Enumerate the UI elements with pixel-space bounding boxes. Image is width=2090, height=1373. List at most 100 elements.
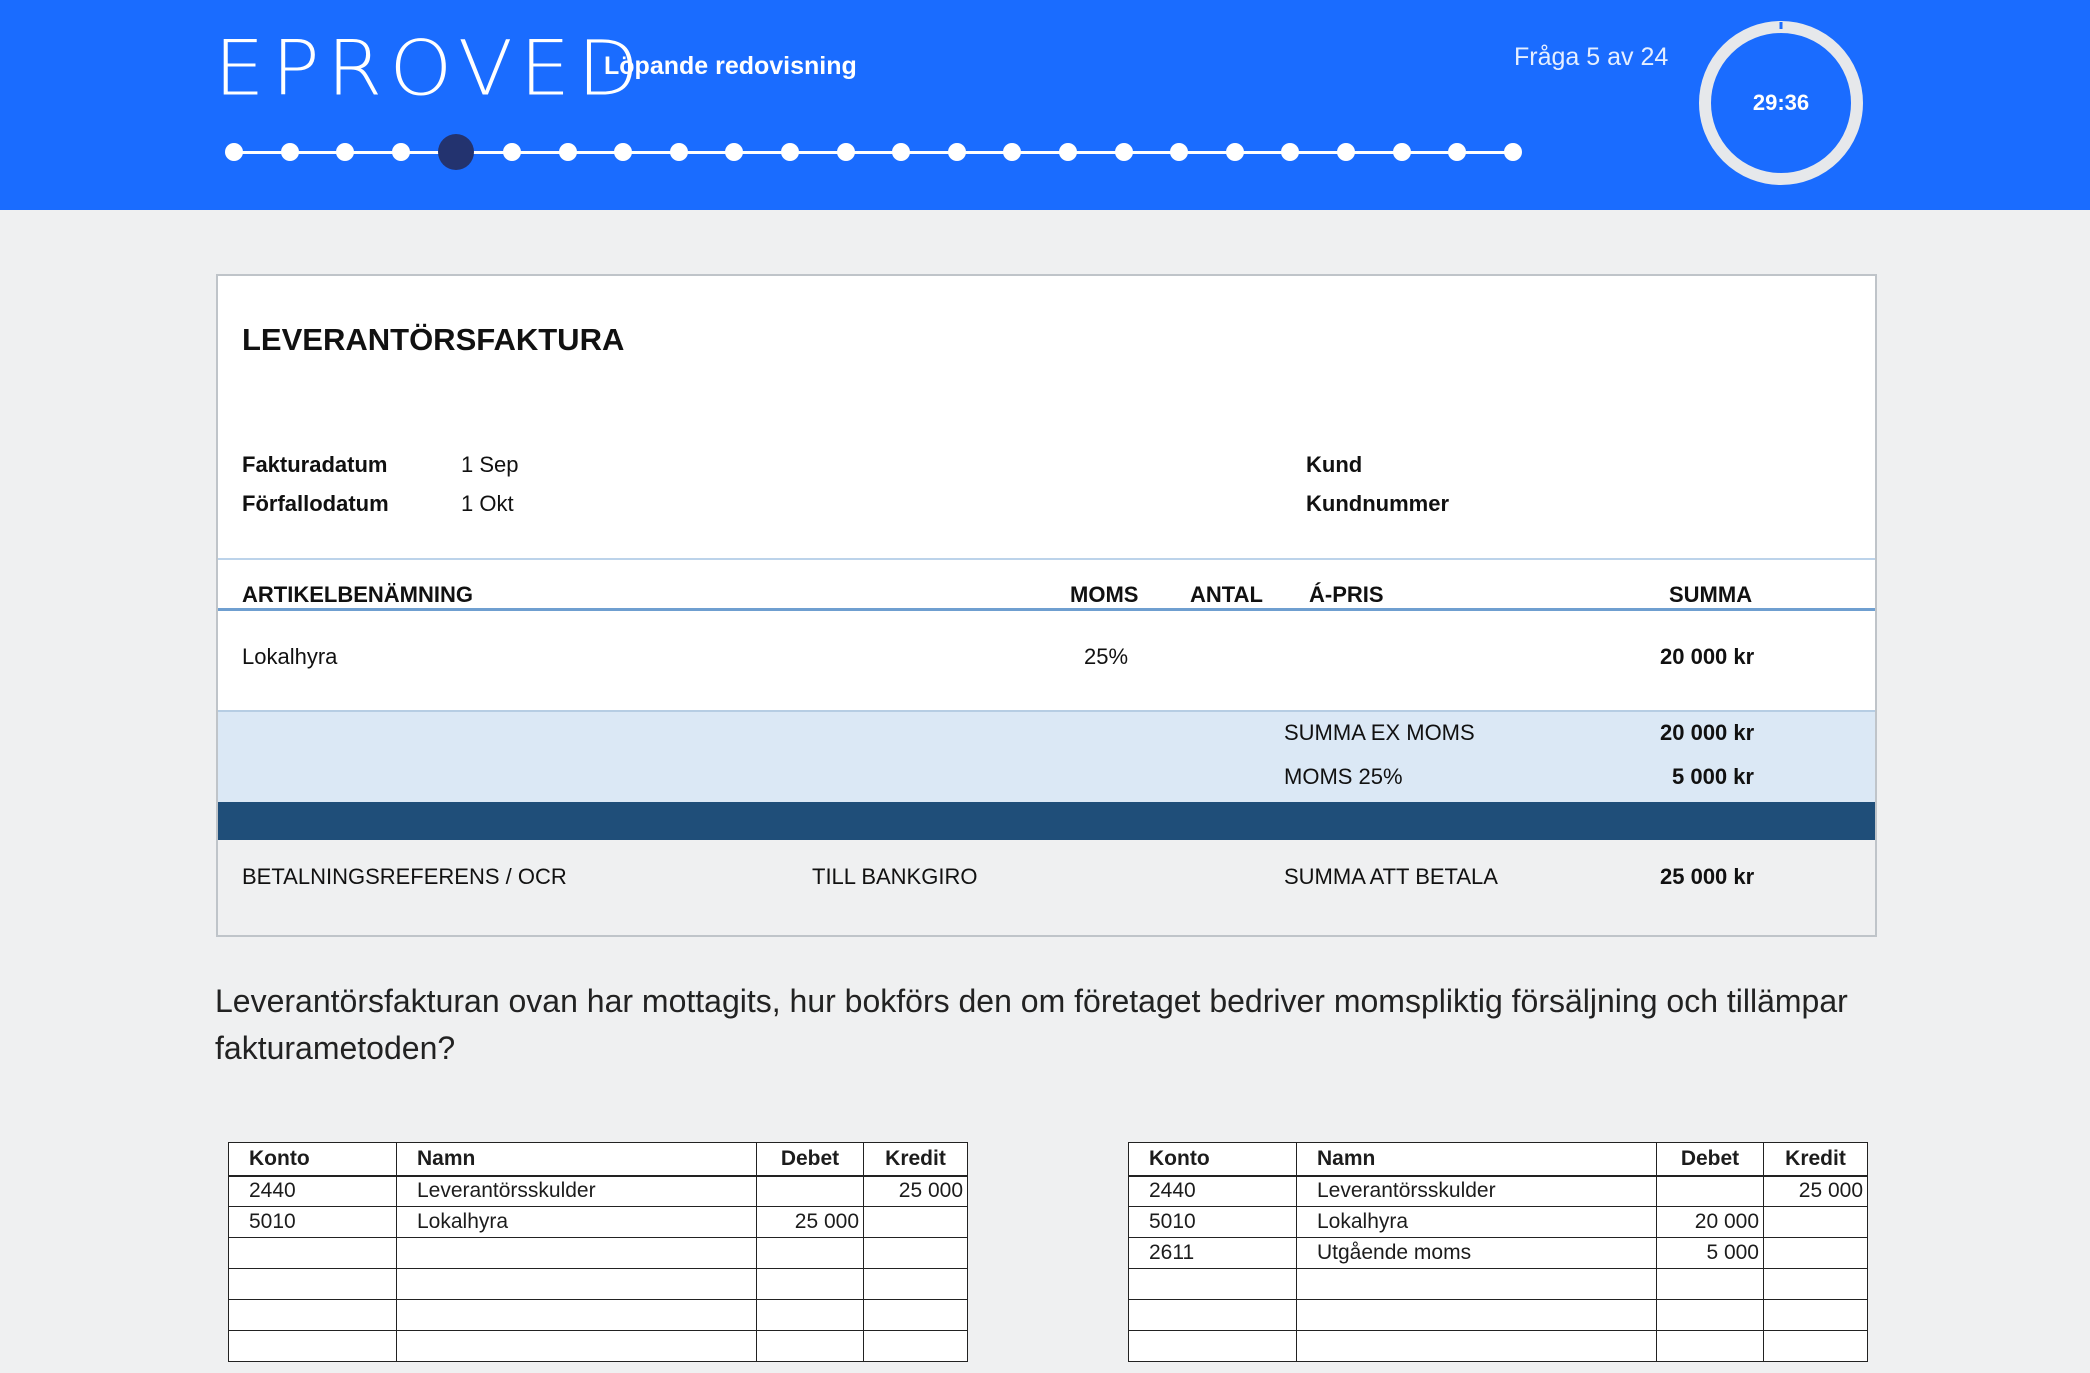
course-subject: Löpande redovisning xyxy=(604,52,857,80)
table-row xyxy=(1128,1330,1868,1362)
header-konto: Konto xyxy=(1128,1142,1297,1177)
question-counter: Fråga 5 av 24 xyxy=(1514,43,1669,71)
countdown-timer: 29:36 xyxy=(1697,19,1865,187)
col-antal: ANTAL xyxy=(1190,582,1263,607)
debet-cell xyxy=(1656,1299,1764,1331)
namn-cell xyxy=(396,1268,757,1300)
header-kredit: Kredit xyxy=(1763,1142,1868,1177)
header-debet: Debet xyxy=(756,1142,864,1177)
debet-cell xyxy=(756,1237,864,1269)
progress-dot xyxy=(1059,143,1077,161)
forfallodatum-value: 1 Okt xyxy=(461,491,514,516)
debet-cell xyxy=(1656,1330,1764,1362)
moms-value: 5 000 kr xyxy=(1672,764,1754,789)
progress-dot-current xyxy=(438,134,475,170)
konto-cell: 2611 xyxy=(1128,1237,1297,1269)
progress-dot xyxy=(1114,143,1133,161)
summa-att-betala-label: SUMMA ATT BETALA xyxy=(1284,864,1498,889)
col-summa: SUMMA xyxy=(1669,582,1753,607)
totals-band: SUMMA EX MOMS 20 000 kr MOMS 25% 5 000 k… xyxy=(218,710,1875,804)
answer-option-a[interactable]: Konto Namn Debet Kredit 2440 Leverantörs… xyxy=(228,1142,968,1362)
kredit-cell: 25 000 xyxy=(1763,1175,1868,1207)
progress-dot xyxy=(1337,143,1355,161)
namn-cell xyxy=(1296,1268,1657,1300)
table-row xyxy=(228,1330,968,1362)
namn-cell: Lokalhyra xyxy=(396,1206,757,1238)
progress-dot xyxy=(1225,143,1244,161)
payment-band: BETALNINGSREFERENS / OCR TILL BANKGIRO S… xyxy=(218,840,1875,935)
fakturadatum-value: 1 Sep xyxy=(461,452,519,477)
header-debet: Debet xyxy=(1656,1142,1764,1177)
progress-dot xyxy=(280,143,299,161)
progress-dot xyxy=(1503,143,1522,161)
table-row: 2611 Utgående moms 5 000 xyxy=(1128,1237,1868,1269)
col-apris: Á-PRIS xyxy=(1309,582,1384,607)
table-row xyxy=(1128,1268,1868,1300)
kredit-cell xyxy=(1763,1268,1868,1300)
konto-cell: 2440 xyxy=(1128,1175,1297,1207)
invoice-separator-band xyxy=(218,802,1875,840)
kredit-cell xyxy=(1763,1237,1868,1269)
betalningsreferens-label: BETALNINGSREFERENS / OCR xyxy=(242,864,567,889)
debet-cell xyxy=(756,1330,864,1362)
namn-cell xyxy=(1296,1299,1657,1331)
table-row xyxy=(228,1299,968,1331)
konto-cell: 5010 xyxy=(1128,1206,1297,1238)
progress-dot xyxy=(503,143,521,161)
summa-ex-moms-value: 20 000 kr xyxy=(1660,720,1755,745)
kredit-cell: 25 000 xyxy=(863,1175,968,1207)
progress-dot xyxy=(836,143,855,161)
namn-cell xyxy=(396,1299,757,1331)
item-name: Lokalhyra xyxy=(242,644,338,669)
konto-cell xyxy=(228,1268,397,1300)
table-header-row: Konto Namn Debet Kredit xyxy=(228,1142,968,1177)
bankgiro-label: TILL BANKGIRO xyxy=(812,864,978,889)
namn-cell xyxy=(396,1330,757,1362)
namn-cell xyxy=(396,1237,757,1269)
header-konto: Konto xyxy=(228,1142,397,1177)
progress-line xyxy=(234,151,1520,154)
kredit-cell xyxy=(863,1237,968,1269)
answer-option-b[interactable]: Konto Namn Debet Kredit 2440 Leverantörs… xyxy=(1128,1142,1868,1362)
debet-cell xyxy=(756,1299,864,1331)
namn-cell xyxy=(1296,1330,1657,1362)
debet-cell: 20 000 xyxy=(1656,1206,1764,1238)
header-namn: Namn xyxy=(396,1142,757,1177)
progress-dot xyxy=(892,143,911,161)
eproved-logo: EPROVED xyxy=(214,24,646,113)
table-row: 5010 Lokalhyra 25 000 xyxy=(228,1206,968,1238)
kredit-cell xyxy=(863,1330,968,1362)
progress-dot xyxy=(947,143,966,161)
table-header-row: Konto Namn Debet Kredit xyxy=(1128,1142,1868,1177)
table-row xyxy=(228,1268,968,1300)
table-row: 5010 Lokalhyra 20 000 xyxy=(1128,1206,1868,1238)
item-moms: 25% xyxy=(1084,644,1129,669)
konto-cell: 2440 xyxy=(228,1175,397,1207)
progress-dot xyxy=(725,143,744,161)
debet-cell xyxy=(1656,1268,1764,1300)
konto-cell xyxy=(1128,1299,1297,1331)
kredit-cell xyxy=(1763,1330,1868,1362)
kund-label: Kund xyxy=(1306,452,1363,477)
question-text: Leverantörsfakturan ovan har mottagits, … xyxy=(215,983,1848,1066)
progress-dot xyxy=(669,143,688,161)
table-row: 2440 Leverantörsskulder 25 000 xyxy=(228,1175,968,1207)
top-header: EPROVED Löpande redovisning Fråga 5 av 2… xyxy=(0,0,2090,210)
kredit-cell xyxy=(1763,1299,1868,1331)
timer-value: 29:36 xyxy=(1752,90,1810,115)
progress-dot xyxy=(558,143,577,161)
konto-cell xyxy=(228,1330,397,1362)
table-row xyxy=(1128,1299,1868,1331)
namn-cell: Lokalhyra xyxy=(1296,1206,1657,1238)
table-row: 2440 Leverantörsskulder 25 000 xyxy=(1128,1175,1868,1207)
forfallodatum-label: Förfallodatum xyxy=(242,491,389,516)
kredit-cell xyxy=(863,1299,968,1331)
table-row xyxy=(228,1237,968,1269)
konto-cell xyxy=(1128,1330,1297,1362)
header-divider xyxy=(218,558,1875,560)
moms-label: MOMS 25% xyxy=(1284,764,1403,789)
konto-cell xyxy=(228,1237,397,1269)
col-artikel: ARTIKELBENÄMNING xyxy=(242,582,473,607)
progress-dot xyxy=(1003,143,1022,161)
debet-cell xyxy=(756,1268,864,1300)
